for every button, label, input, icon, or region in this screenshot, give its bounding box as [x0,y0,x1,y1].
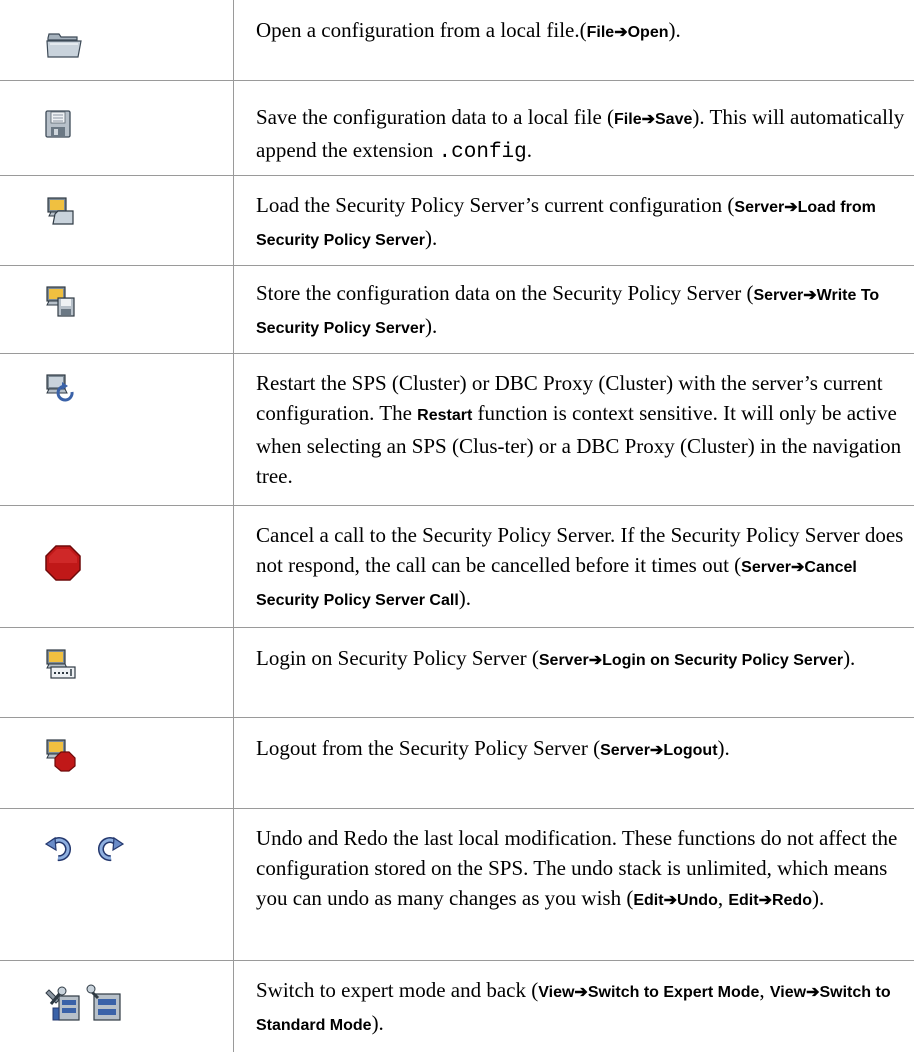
desc-text: ). [811,886,825,910]
row-load-description: Load the Security Policy Server’s curren… [256,190,910,256]
row-divider [0,627,914,628]
row-login-description: Login on Security Policy Server (Server➔… [256,643,910,676]
desc-text: Switch to expert mode and back ( [256,978,539,1002]
row-write-description: Store the configuration data on the Secu… [256,278,910,344]
desc-text: ). [424,314,438,338]
desc-text: Login on Security Policy Server ( [256,646,539,670]
cancel-stop-icon[interactable] [45,545,81,581]
row-divider [0,505,914,506]
table-column-divider [233,0,234,1052]
desc-text: Load the Security Policy Server’s curren… [256,193,735,217]
row-divider [0,960,914,961]
menu-path: File➔Save [614,111,693,128]
menu-path: File➔Open [586,24,669,41]
row-divider [0,717,914,718]
save-disk-icon[interactable] [45,110,71,138]
row-divider [0,353,914,354]
row-open-description: Open a configuration from a local file.(… [256,15,910,48]
row-logout-description: Logout from the Security Policy Server (… [256,733,910,766]
row-restart-description: Restart the SPS (Cluster) or DBC Proxy (… [256,368,910,491]
desc-text: , [717,886,729,910]
menu-path: Server➔Logout [600,742,718,759]
desc-text: ). [424,226,438,250]
command-name: Restart [417,407,473,424]
logout-server-icon[interactable] [45,738,77,772]
desc-text: Save the configuration data to a local f… [256,105,615,129]
expert-mode-icon[interactable] [45,984,81,1022]
row-cancel-description: Cancel a call to the Security Policy Ser… [256,520,910,616]
standard-mode-icon[interactable] [86,984,122,1022]
desc-text: ). [668,18,681,42]
desc-text: , [759,978,770,1002]
desc-text: ). [717,736,730,760]
open-folder-icon[interactable] [45,30,83,60]
row-divider [0,175,914,176]
desc-text: Logout from the Security Policy Server ( [256,736,601,760]
file-extension: .config [438,141,527,164]
row-save-description: Save the configuration data to a local f… [256,102,910,168]
row-divider [0,265,914,266]
desc-text: Open a configuration from a local file.( [256,18,587,42]
login-server-icon[interactable] [45,648,77,680]
menu-path: Edit➔Redo [728,892,812,909]
menu-path: Server➔Login on Security Policy Server [538,652,844,669]
row-divider [0,80,914,81]
load-from-server-icon[interactable] [45,196,75,226]
desc-text: ). [843,646,856,670]
menu-path: View➔Switch to Expert Mode [538,984,760,1001]
desc-text: ). [458,586,472,610]
desc-text: . [526,138,532,162]
undo-icon[interactable] [45,833,75,863]
desc-text: Store the configuration data on the Secu… [256,281,754,305]
row-mode-description: Switch to expert mode and back (View➔Swi… [256,975,910,1041]
desc-text: ). [371,1011,384,1035]
restart-server-icon[interactable] [45,373,75,403]
redo-icon[interactable] [94,833,124,863]
row-undo-redo-description: Undo and Redo the last local modificatio… [256,823,910,916]
menu-path: Edit➔Undo [633,892,718,909]
write-to-server-icon[interactable] [45,285,75,317]
row-divider [0,808,914,809]
